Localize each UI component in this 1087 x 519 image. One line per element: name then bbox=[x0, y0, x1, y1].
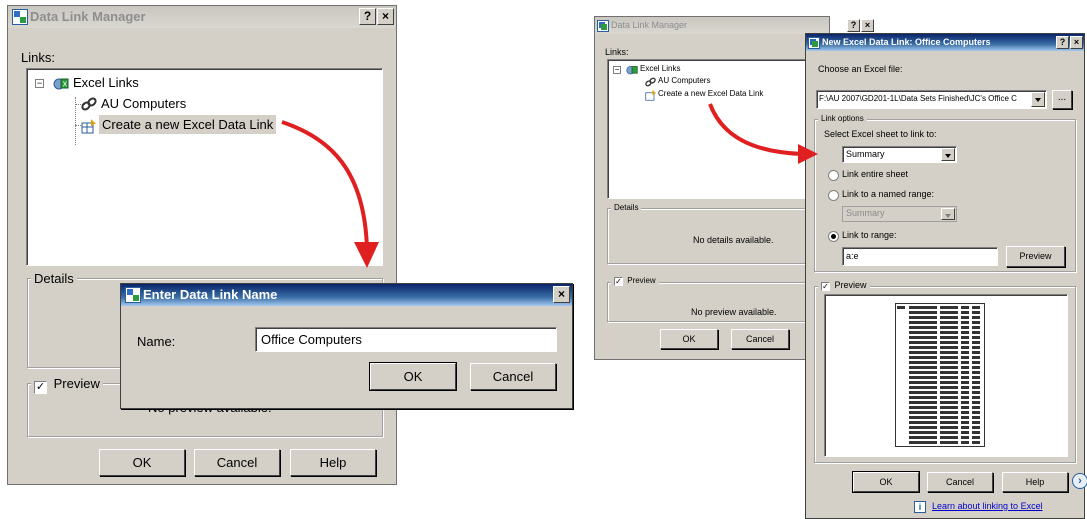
cancel-button[interactable]: Cancel bbox=[731, 329, 789, 349]
help-title-button[interactable]: ? bbox=[1056, 36, 1069, 49]
link-named-range-radio[interactable] bbox=[828, 190, 839, 201]
range-input-value: a:e bbox=[846, 251, 859, 261]
close-title-button[interactable]: × bbox=[861, 19, 874, 32]
svg-text:X: X bbox=[63, 81, 68, 89]
link-entire-sheet-radio[interactable] bbox=[828, 170, 839, 181]
help-title-button[interactable]: ? bbox=[847, 19, 860, 32]
app-icon bbox=[597, 20, 609, 32]
tree-item-au-computers[interactable]: AU Computers bbox=[101, 96, 186, 111]
tree-root-label[interactable]: Excel Links bbox=[73, 75, 139, 90]
link-named-range-label[interactable]: Link to a named range: bbox=[842, 189, 934, 199]
title-text: Data Link Manager bbox=[30, 9, 146, 24]
cancel-button[interactable]: Cancel bbox=[470, 363, 556, 390]
expand-toggle-icon[interactable]: › bbox=[1072, 473, 1087, 489]
tree-collapse-icon[interactable]: − bbox=[35, 79, 44, 88]
title-bar[interactable]: Data Link Manager bbox=[595, 17, 829, 34]
title-text: Enter Data Link Name bbox=[143, 287, 278, 302]
no-details-text: No details available. bbox=[693, 235, 774, 245]
close-title-button[interactable]: × bbox=[1070, 36, 1083, 49]
preview-checkbox[interactable]: ✓ bbox=[34, 381, 47, 394]
link-to-range-label[interactable]: Link to range: bbox=[842, 230, 897, 240]
links-label: Links: bbox=[605, 47, 629, 57]
name-input[interactable]: Office Computers bbox=[255, 327, 557, 352]
chain-link-icon bbox=[645, 77, 656, 87]
name-input-value: Office Computers bbox=[261, 332, 362, 347]
learn-link[interactable]: Learn about linking to Excel bbox=[932, 501, 1043, 511]
ok-button[interactable]: OK bbox=[660, 329, 718, 349]
link-to-range-radio[interactable] bbox=[828, 231, 839, 242]
preview-checkbox[interactable]: ✓ bbox=[821, 282, 830, 291]
close-title-button[interactable]: × bbox=[377, 8, 394, 25]
ok-button[interactable]: OK bbox=[370, 363, 456, 390]
tree-collapse-icon[interactable]: − bbox=[613, 66, 621, 74]
links-label: Links: bbox=[21, 50, 55, 65]
preview-checkbox-label[interactable]: ✓ Preview bbox=[818, 280, 870, 291]
cancel-button[interactable]: Cancel bbox=[927, 472, 993, 492]
preview-label: Preview bbox=[627, 276, 656, 285]
cancel-button[interactable]: Cancel bbox=[194, 449, 280, 476]
file-path-value: F:\AU 2007\GD201-1L\Data Sets Finished\J… bbox=[819, 94, 1017, 103]
chain-link-icon bbox=[81, 97, 97, 111]
app-icon bbox=[125, 287, 141, 303]
title-text: Data Link Manager bbox=[611, 20, 688, 30]
choose-file-label: Choose an Excel file: bbox=[818, 64, 903, 74]
preview-label: Preview bbox=[834, 280, 867, 290]
enter-name-dialog: Enter Data Link Name × Name: Office Comp… bbox=[120, 283, 573, 409]
app-icon bbox=[12, 9, 28, 25]
help-button[interactable]: Help bbox=[290, 449, 376, 476]
preview-label: Preview bbox=[53, 376, 100, 391]
details-label: Details bbox=[31, 271, 77, 286]
link-options-label: Link options bbox=[818, 114, 867, 123]
tree-item-create-new[interactable]: Create a new Excel Data Link bbox=[99, 115, 277, 134]
title-bar[interactable]: Enter Data Link Name bbox=[121, 284, 572, 306]
red-arrow-left bbox=[281, 120, 379, 268]
ok-button[interactable]: OK bbox=[99, 449, 185, 476]
range-input[interactable]: a:e bbox=[842, 247, 998, 266]
details-label: Details bbox=[611, 203, 642, 212]
new-excel-data-link-dialog: New Excel Data Link: Office Computers ? … bbox=[805, 33, 1087, 519]
close-title-button[interactable]: × bbox=[553, 286, 570, 303]
sheet-select-value: Summary bbox=[846, 149, 885, 159]
no-preview-text: No preview available. bbox=[691, 307, 777, 317]
named-range-value: Summary bbox=[846, 208, 885, 218]
ok-button[interactable]: OK bbox=[853, 472, 919, 492]
excel-links-icon bbox=[626, 66, 638, 75]
new-data-link-icon bbox=[645, 89, 657, 101]
named-range-select: Summary bbox=[842, 206, 957, 222]
select-sheet-label: Select Excel sheet to link to: bbox=[824, 129, 937, 139]
name-label: Name: bbox=[137, 334, 176, 349]
new-data-link-icon bbox=[81, 119, 96, 134]
sheet-select[interactable]: Summary bbox=[842, 146, 957, 163]
preview-button[interactable]: Preview bbox=[1006, 246, 1065, 267]
info-icon: i bbox=[914, 501, 926, 513]
title-bar[interactable]: Data Link Manager bbox=[8, 6, 396, 28]
sheet-thumbnail bbox=[895, 303, 985, 447]
help-title-button[interactable]: ? bbox=[359, 8, 376, 25]
tree-root-label[interactable]: Excel Links bbox=[640, 64, 680, 73]
excel-links-icon: X bbox=[53, 78, 69, 90]
file-path-combo[interactable]: F:\AU 2007\GD201-1L\Data Sets Finished\J… bbox=[816, 90, 1047, 109]
right-data-link-manager: Data Link Manager ? × Links: − Excel Lin… bbox=[594, 16, 874, 360]
tree-item-au-computers[interactable]: AU Computers bbox=[658, 76, 710, 85]
chevron-down-icon bbox=[941, 208, 955, 220]
preview-checkbox-label[interactable]: ✓ Preview bbox=[31, 376, 103, 394]
title-text: New Excel Data Link: Office Computers bbox=[822, 37, 991, 47]
red-arrow-right bbox=[708, 103, 818, 164]
app-icon bbox=[808, 37, 820, 49]
title-bar[interactable]: New Excel Data Link: Office Computers bbox=[806, 34, 1084, 51]
preview-checkbox-label[interactable]: ✓ Preview bbox=[611, 276, 659, 286]
chevron-down-icon[interactable] bbox=[941, 148, 955, 161]
preview-checkbox[interactable]: ✓ bbox=[614, 277, 623, 286]
help-button[interactable]: Help bbox=[1002, 472, 1068, 492]
link-entire-sheet-label[interactable]: Link entire sheet bbox=[842, 169, 908, 179]
browse-button[interactable]: ... bbox=[1052, 90, 1072, 109]
chevron-down-icon[interactable] bbox=[1031, 92, 1045, 107]
preview-pane bbox=[824, 294, 1068, 457]
